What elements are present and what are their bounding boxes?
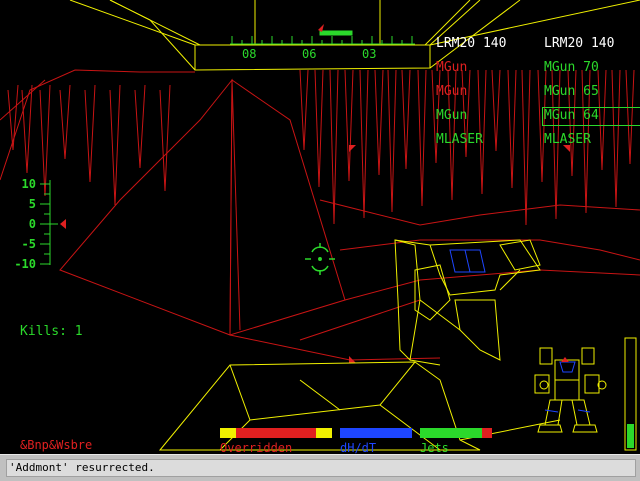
stalactite-pillar (401, 69, 411, 170)
compass-heading-marker (319, 30, 353, 36)
stalactite-pillar (329, 69, 339, 225)
status-bar-label: dH/dT (340, 441, 377, 455)
player-name: &Bnp&Wsbre (20, 438, 93, 452)
pitch-label: -10 (14, 257, 36, 271)
weapon-slot: MGun 65 (544, 84, 599, 99)
stalactite-pillar (299, 69, 309, 151)
message-console: 'Addmont' resurrected. (0, 454, 640, 481)
compass-label: 03 (362, 47, 376, 61)
throttle-gauge (624, 337, 637, 451)
console-field: 'Addmont' resurrected. (6, 459, 636, 477)
weapon-slot: MGun 70 (544, 60, 599, 75)
stalactite-pillar (491, 69, 501, 152)
compass-label: 08 (242, 47, 256, 61)
status-bar-label: Overridden (220, 441, 293, 455)
pitch-label: 5 (29, 197, 36, 211)
weapon-slot: MGun (436, 84, 468, 99)
stalactite-pillar (314, 69, 324, 188)
weapon-slot: MLASER (436, 132, 483, 147)
compass-tape: 08 06 03 (230, 24, 415, 61)
pitch-label: 10 (22, 177, 36, 191)
enemy-mech (394, 239, 541, 366)
stalactite-pillar (84, 84, 96, 183)
kills-counter: Kills: 1 (20, 324, 83, 339)
weapon-slot: MGun (436, 108, 468, 123)
crosshair-reticle-icon (305, 243, 335, 275)
pitch-label: 0 (29, 217, 36, 231)
pitch-label: -5 (22, 237, 36, 251)
stalactite-pillar (159, 84, 171, 192)
stalactite-pillar (521, 69, 531, 226)
stalactite-pillar (387, 69, 397, 213)
mech-damage-display (534, 347, 607, 433)
stalactite-pillar (507, 69, 517, 189)
stalactite-pillar (417, 69, 427, 207)
target-bracket-markers (349, 145, 570, 363)
weapon-slot: MGun (436, 60, 468, 75)
pitch-ladder: 10 5 0 -5 -10 (14, 177, 66, 271)
compass-label: 06 (302, 47, 316, 61)
stalactite-pillar (374, 69, 384, 176)
weapon-slot: LRM20 140 (544, 36, 615, 51)
weapon-slot: MLASER (544, 132, 591, 147)
stalactite-pillar (359, 69, 369, 219)
stalactite-pillar (39, 84, 51, 197)
weapon-slot: LRM20 140 (436, 36, 507, 51)
weapon-slot: MGun 64 (544, 108, 599, 123)
stalactite-pillar (344, 69, 354, 182)
stalactite-pillar (611, 69, 621, 208)
console-message: 'Addmont' resurrected. (9, 461, 155, 474)
stalactite-pillar (59, 84, 71, 160)
stalactite-pillar (134, 84, 146, 169)
pitch-indicator-icon (60, 219, 66, 229)
status-bar-label: Jets (420, 441, 449, 455)
stalactite-pillar (109, 84, 121, 206)
